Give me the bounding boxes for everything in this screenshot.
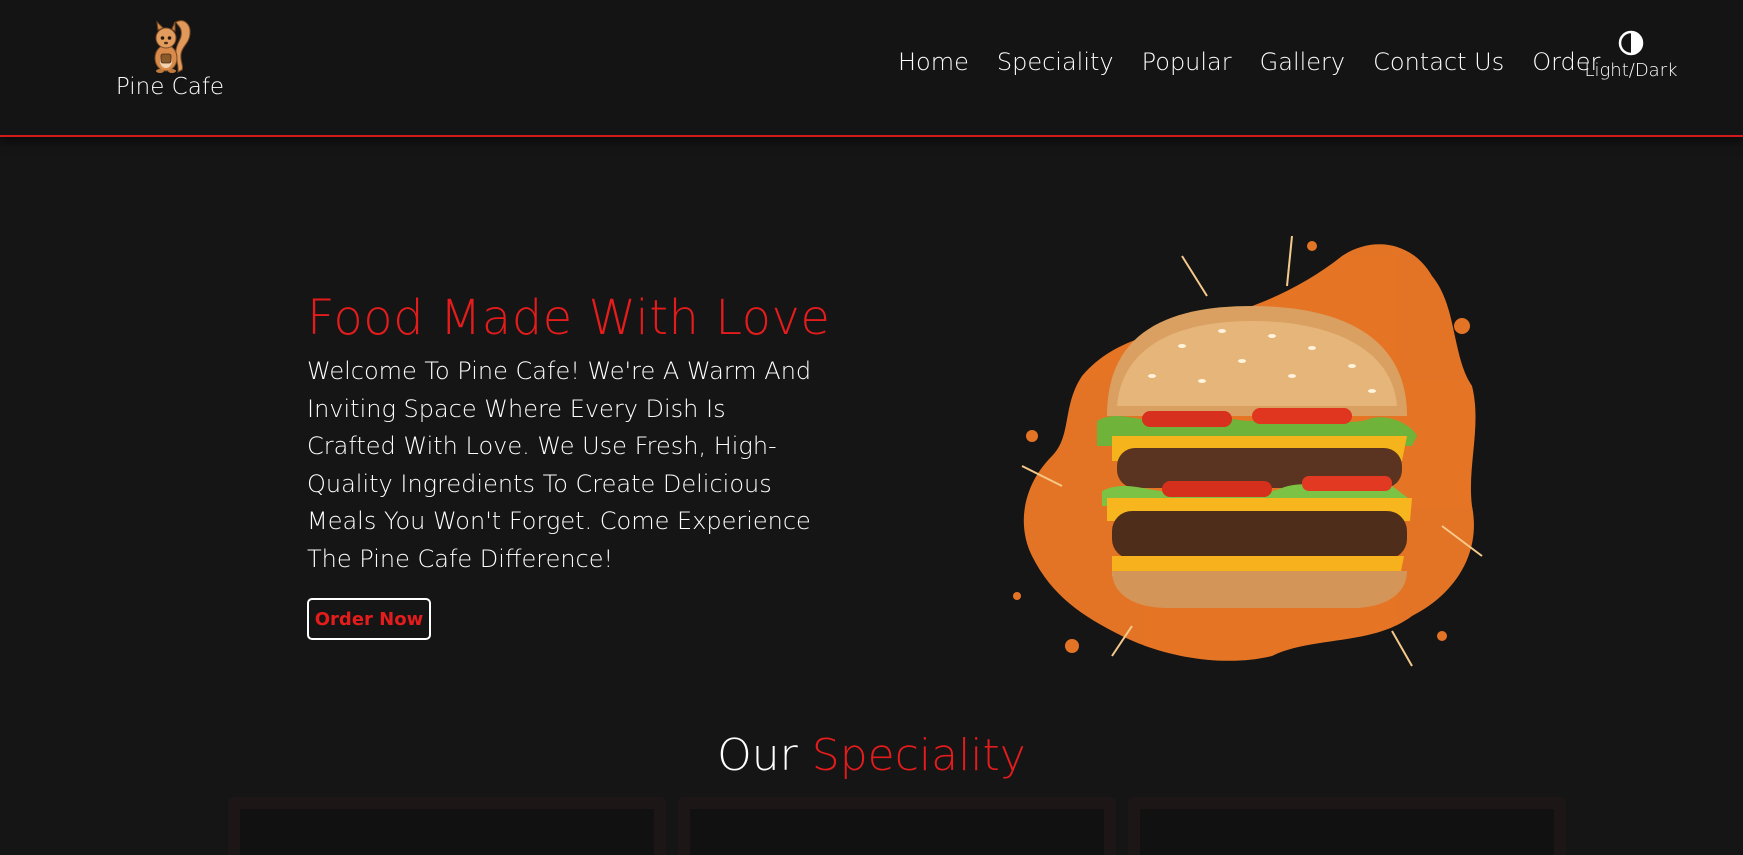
card-content (240, 809, 654, 855)
hero-text: Welcome To Pine Cafe! We're A Warm And I… (307, 357, 812, 573)
nav-popular[interactable]: Popular (1128, 48, 1246, 76)
burger-image (1013, 236, 1483, 667)
speciality-card[interactable] (1128, 797, 1566, 855)
theme-toggle-label: Light/Dark (1584, 60, 1678, 81)
card-content (1140, 809, 1554, 855)
speciality-card[interactable] (678, 797, 1116, 855)
theme-toggle-button[interactable]: Light/Dark (1580, 30, 1682, 90)
order-now-button[interactable]: Order Now (307, 598, 431, 640)
site-header: Pine Cafe Home Speciality Popular Galler… (0, 0, 1743, 137)
nav-contact-us[interactable]: Contact Us (1359, 48, 1518, 76)
contrast-icon (1618, 30, 1644, 56)
brand-name: Pine Cafe (115, 74, 225, 100)
nav-speciality[interactable]: Speciality (983, 48, 1128, 76)
brand[interactable]: Pine Cafe (110, 16, 230, 108)
hero-title: Food Made With Love (307, 290, 831, 346)
squirrel-logo-icon (154, 20, 191, 73)
nav-gallery[interactable]: Gallery (1246, 48, 1359, 76)
speciality-title: Our Speciality (0, 730, 1743, 781)
card-content (690, 809, 1104, 855)
page: Pine Cafe Home Speciality Popular Galler… (0, 0, 1743, 855)
speciality-title-prefix: Our (717, 730, 798, 781)
speciality-card[interactable] (228, 797, 666, 855)
main-nav: Home Speciality Popular Gallery Contact … (886, 44, 1614, 80)
nav-home[interactable]: Home (886, 48, 983, 76)
speciality-title-accent: Speciality (811, 730, 1026, 781)
